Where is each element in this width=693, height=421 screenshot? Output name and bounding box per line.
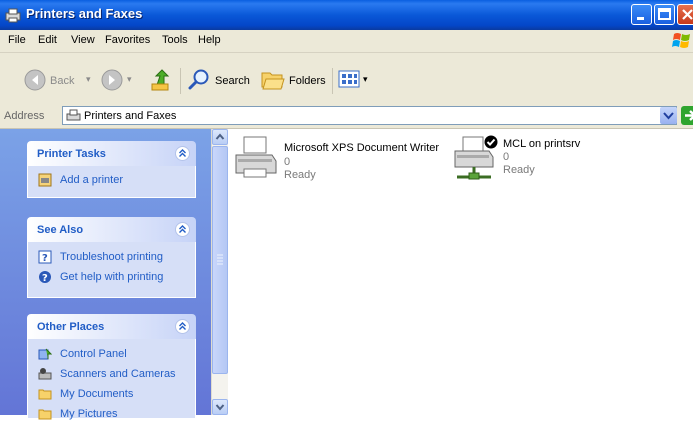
- my-documents-folder-icon: [38, 389, 52, 400]
- scroll-down-button[interactable]: [212, 399, 228, 415]
- task-add-printer[interactable]: Add a printer: [38, 173, 123, 187]
- views-icon[interactable]: [337, 68, 361, 90]
- printer-tasks-body: Add a printer: [27, 166, 196, 198]
- menu-file[interactable]: File: [8, 34, 26, 46]
- svg-text:?: ?: [42, 253, 48, 264]
- menu-favorites[interactable]: Favorites: [105, 34, 150, 46]
- up-folder-icon[interactable]: [148, 66, 174, 92]
- printer-item[interactable]: Microsoft XPS Document Writer 0 Ready: [232, 133, 442, 185]
- views-dropdown-icon[interactable]: ▾: [363, 74, 368, 85]
- printer-name[interactable]: Microsoft XPS Document Writer: [284, 142, 439, 154]
- window-title: Printers and Faxes: [26, 6, 143, 21]
- printer-tasks-title[interactable]: Printer Tasks: [37, 148, 106, 160]
- collapse-chevron-icon[interactable]: [175, 146, 190, 161]
- forward-arrow-icon[interactable]: [101, 69, 123, 91]
- minimize-icon: [637, 17, 644, 20]
- svg-text:?: ?: [42, 273, 48, 284]
- chevron-down-icon: [215, 404, 225, 411]
- place-control-panel[interactable]: Control Panel: [38, 347, 127, 361]
- printers-folder-icon: [66, 109, 81, 121]
- see-also-title[interactable]: See Also: [37, 224, 83, 236]
- menu-tools[interactable]: Tools: [162, 34, 188, 46]
- grip-icon: [217, 254, 223, 265]
- printer-name[interactable]: MCL on printsrv: [503, 138, 580, 150]
- task-troubleshoot-printing[interactable]: ? Troubleshoot printing: [38, 250, 163, 264]
- printer-tasks-header[interactable]: Printer Tasks: [27, 141, 196, 166]
- collapse-chevron-icon[interactable]: [175, 319, 190, 334]
- printer-item[interactable]: MCL on printsrv 0 Ready: [451, 133, 671, 185]
- close-icon: [682, 9, 693, 20]
- menu-edit[interactable]: Edit: [38, 34, 57, 46]
- printer-document-count: 0: [503, 151, 510, 163]
- back-dropdown-icon[interactable]: ▾: [86, 74, 91, 85]
- minimize-button[interactable]: [631, 4, 652, 25]
- chevron-down-icon: [663, 112, 674, 120]
- scroll-up-button[interactable]: [212, 129, 228, 145]
- go-button[interactable]: [681, 106, 693, 125]
- windows-logo-icon: [672, 33, 690, 48]
- help-circle-icon: ?: [39, 271, 51, 284]
- menu-bar: [0, 30, 693, 53]
- maximize-button[interactable]: [654, 4, 675, 25]
- add-printer-icon: [38, 173, 52, 187]
- see-also-body: ? Troubleshoot printing ? Get help with pr…: [27, 242, 196, 298]
- go-arrow-icon: [685, 110, 693, 121]
- printers-folder-icon: [5, 8, 21, 23]
- search-button-label[interactable]: Search: [215, 75, 250, 87]
- close-button[interactable]: [677, 4, 693, 25]
- other-places-title[interactable]: Other Places: [37, 321, 104, 333]
- forward-dropdown-icon[interactable]: ▾: [127, 74, 132, 85]
- printer-icon: [235, 136, 277, 178]
- default-printer-check-icon: [484, 135, 498, 149]
- scroll-thumb[interactable]: [212, 146, 228, 374]
- place-my-pictures[interactable]: My Pictures: [38, 407, 117, 421]
- toolbar-separator: [332, 68, 333, 94]
- menu-help[interactable]: Help: [198, 34, 221, 46]
- place-my-documents[interactable]: My Documents: [38, 387, 133, 401]
- chevron-up-icon: [215, 133, 225, 140]
- address-dropdown-button[interactable]: [660, 107, 677, 124]
- scanner-camera-icon: [38, 368, 52, 380]
- help-book-icon: ?: [38, 250, 52, 264]
- other-places-body: Control Panel Scanners and Cameras My Do…: [27, 339, 196, 421]
- address-value[interactable]: Printers and Faxes: [84, 110, 176, 122]
- task-get-help-printing[interactable]: ? Get help with printing: [38, 270, 163, 284]
- control-panel-icon: [38, 348, 52, 360]
- back-arrow-icon[interactable]: [24, 69, 46, 91]
- other-places-header[interactable]: Other Places: [27, 314, 196, 339]
- back-button-label[interactable]: Back: [50, 75, 74, 87]
- toolbar-separator: [180, 68, 181, 94]
- printer-document-count: 0: [284, 156, 291, 168]
- folders-icon[interactable]: [260, 67, 286, 91]
- folders-button-label[interactable]: Folders: [289, 75, 326, 87]
- maximize-icon: [658, 8, 671, 20]
- see-also-header[interactable]: See Also: [27, 217, 196, 242]
- my-pictures-folder-icon: [38, 409, 52, 420]
- menu-view[interactable]: View: [71, 34, 95, 46]
- printer-status: Ready: [284, 169, 316, 181]
- address-label: Address: [4, 110, 45, 122]
- printer-status: Ready: [503, 164, 535, 176]
- place-scanners-cameras[interactable]: Scanners and Cameras: [38, 367, 176, 381]
- search-icon[interactable]: [188, 67, 212, 91]
- collapse-chevron-icon[interactable]: [175, 222, 190, 237]
